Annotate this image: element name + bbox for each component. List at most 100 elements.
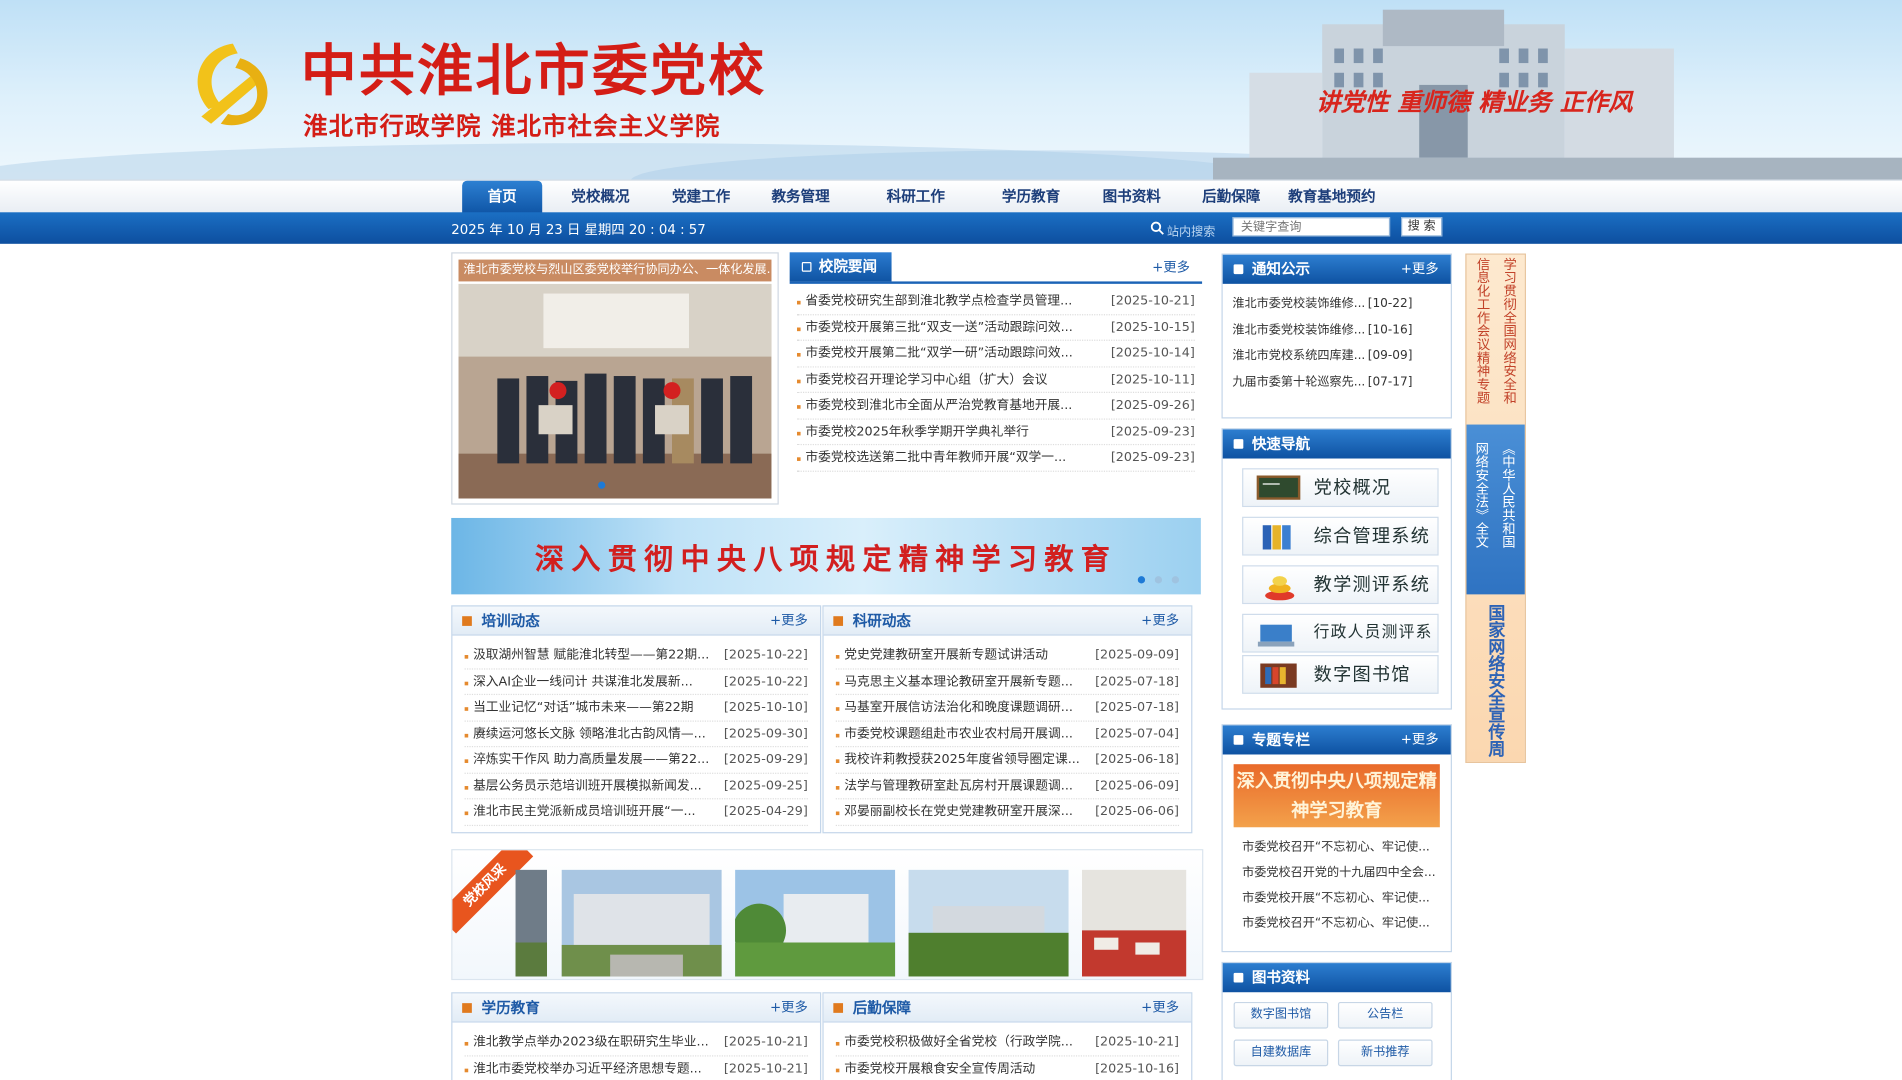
training-more-link[interactable]: +更多 — [770, 607, 808, 636]
slider-photo[interactable] — [458, 283, 772, 499]
slider-caption[interactable]: 淮北市委党校与烈山区委党校举行协同办公、一体化发展... — [458, 259, 772, 282]
banner-dot-active[interactable] — [1137, 576, 1146, 584]
garden-photo[interactable] — [735, 869, 896, 977]
degree-item[interactable]: 淮北市委党校举办习近平经济思想专题... [2025-10-21] — [464, 1056, 808, 1080]
school-news-item[interactable]: 市委党校召开理论学习中心组（扩大）会议 [2025-10-11] — [796, 367, 1195, 394]
training-item[interactable]: 赓续运河悠长文脉 领略淮北古韵风情—... [2025-09-30] — [464, 721, 808, 748]
research-item[interactable]: 法学与管理教研室赴瓦房村开展课题调... [2025-06-09] — [835, 773, 1180, 800]
notice-item-title[interactable]: 淮北市党校系统四库建... — [1232, 349, 1365, 362]
nav-item-library[interactable]: 图书资料 — [1092, 181, 1172, 214]
canteen-photo[interactable] — [1081, 869, 1187, 977]
side-strip-text-left[interactable]: 信息化工作会议精神专题 — [1474, 257, 1491, 404]
quick-nav-overview[interactable]: 党校概况 — [1242, 468, 1439, 508]
research-item-title[interactable]: 马基室开展信访法治化和晚度课题调研... — [844, 700, 1073, 715]
banner-dot[interactable] — [1171, 576, 1180, 584]
school-news-item[interactable]: 省委党校研究生部到淮北教学点检查学员管理... [2025-10-21] — [796, 289, 1195, 315]
quick-nav-staff-evaluation[interactable]: 行政人员测评系统 — [1242, 613, 1439, 678]
training-item[interactable]: 汲取湖州智慧 赋能淮北转型——第22期... [2025-10-22] — [464, 643, 808, 669]
school-news-item-title[interactable]: 市委党校选送第二批中青年教师开展“双学一... — [805, 450, 1066, 465]
campus-photo[interactable] — [515, 869, 548, 977]
school-news-item-title[interactable]: 市委党校2025年秋季学期开学典礼举行 — [805, 424, 1028, 439]
school-news-more-link[interactable]: +更多 — [1152, 257, 1190, 276]
school-news-item[interactable]: 市委党校2025年秋季学期开学典礼举行 [2025-09-23] — [796, 419, 1195, 446]
training-item-title[interactable]: 当工业记忆“对话”城市未来——第22期 — [473, 700, 693, 715]
side-strip-security-week[interactable]: 国家网络安全宣传周 — [1483, 604, 1507, 757]
research-item-title[interactable]: 党史党建教研室开展新专题试讲活动 — [844, 648, 1048, 663]
school-news-item[interactable]: 市委党校开展第三批“双支一送”活动跟踪问效... [2025-10-15] — [796, 315, 1195, 341]
library-digital-button[interactable]: 数字图书馆 — [1233, 1001, 1329, 1029]
topics-item[interactable]: 市委党校召开“不忘初心、牢记使... — [1232, 911, 1445, 936]
school-news-item-title[interactable]: 市委党校开展第二批“双学一研”活动跟踪问效... — [805, 346, 1072, 361]
degree-item-title[interactable]: 淮北市委党校举办习近平经济思想专题... — [473, 1061, 702, 1076]
training-item-title[interactable]: 赓续运河悠长文脉 领略淮北古韵风情—... — [473, 726, 706, 741]
library-notice-button[interactable]: 公告栏 — [1337, 1001, 1433, 1029]
nav-item-base-booking[interactable]: 教育基地预约 — [1283, 181, 1380, 214]
side-strip-text-right[interactable]: 学习贯彻全国网络安全和 — [1500, 257, 1518, 404]
logistics-item-title[interactable]: 市委党校积极做好全省党校（行政学院... — [844, 1035, 1073, 1050]
side-promo-strip[interactable]: 信息化工作会议精神专题 学习贯彻全国网络安全和 网络安全法》全文 《中华人民共和… — [1465, 253, 1526, 763]
search-input[interactable] — [1232, 217, 1391, 237]
school-news-item-title[interactable]: 市委党校到淮北市全面从严治党教育基地开展... — [805, 398, 1072, 413]
nav-item-academic-affairs[interactable]: 教务管理 — [761, 181, 841, 214]
notice-item[interactable]: 淮北市委党校装饰维修... [10-22] — [1232, 291, 1441, 317]
research-item-title[interactable]: 市委党校课题组赴市农业农村局开展调... — [844, 726, 1073, 741]
search-button[interactable]: 搜 索 — [1401, 217, 1443, 237]
quick-nav-management-system[interactable]: 综合管理系统 — [1242, 516, 1439, 556]
training-item-title[interactable]: 汲取湖州智慧 赋能淮北转型——第22期... — [473, 648, 709, 663]
logistics-item[interactable]: 市委党校积极做好全省党校（行政学院... [2025-10-21] — [835, 1030, 1180, 1056]
nav-item-degree-education[interactable]: 学历教育 — [991, 181, 1071, 214]
school-news-item[interactable]: 市委党校到淮北市全面从严治党教育基地开展... [2025-09-26] — [796, 393, 1195, 420]
library-new-books-button[interactable]: 新书推荐 — [1337, 1039, 1433, 1067]
research-item[interactable]: 马基室开展信访法治化和晚度课题调研... [2025-07-18] — [835, 695, 1180, 722]
notice-item[interactable]: 九届市委第十轮巡察先... [07-17] — [1232, 369, 1441, 395]
topics-more-link[interactable]: +更多 — [1401, 725, 1439, 754]
nav-item-research[interactable]: 科研工作 — [876, 181, 956, 214]
topics-item[interactable]: 市委党校召开“不忘初心、牢记使... — [1232, 835, 1445, 860]
notice-item[interactable]: 淮北市党校系统四库建... [09-09] — [1232, 343, 1441, 369]
training-item-title[interactable]: 深入AI企业一线问计 共谋淮北发展新... — [473, 674, 693, 689]
logistics-item[interactable]: 市委党校开展粮食安全宣传周活动 [2025-10-16] — [835, 1056, 1179, 1080]
research-item-title[interactable]: 马克思主义基本理论教研室开展新专题... — [844, 674, 1073, 689]
topics-item[interactable]: 市委党校召开党的十九届四中全会... — [1232, 860, 1445, 885]
degree-item[interactable]: 淮北教学点举办2023级在职研究生毕业... [2025-10-21] — [464, 1030, 808, 1056]
banner-dot[interactable] — [1154, 576, 1163, 584]
research-item-title[interactable]: 邓晏丽副校长在党史党建教研室开展深... — [844, 804, 1073, 819]
slider-dot-active[interactable] — [598, 481, 606, 489]
degree-more-link[interactable]: +更多 — [770, 993, 808, 1022]
nav-item-party-building[interactable]: 党建工作 — [661, 181, 741, 214]
training-item[interactable]: 淬炼实干作风 助力高质量发展——第22... [2025-09-29] — [464, 747, 808, 774]
logistics-item-title[interactable]: 市委党校开展粮食安全宣传周活动 — [844, 1061, 1035, 1076]
nav-item-overview[interactable]: 党校概况 — [560, 181, 640, 214]
nav-item-home[interactable]: 首页 — [462, 180, 543, 214]
training-item-title[interactable]: 淮北市民主党派新成员培训班开展“一... — [473, 804, 696, 819]
research-item[interactable]: 邓晏丽副校长在党史党建教研室开展深... [2025-06-06] — [835, 799, 1180, 826]
notice-item-title[interactable]: 淮北市委党校装饰维修... — [1232, 297, 1365, 310]
training-item[interactable]: 深入AI企业一线问计 共谋淮北发展新... [2025-10-22] — [464, 669, 808, 696]
school-news-item[interactable]: 市委党校开展第二批“双学一研”活动跟踪问效... [2025-10-14] — [796, 341, 1195, 367]
quick-nav-teaching-evaluation[interactable]: 教学测评系统 — [1242, 565, 1439, 605]
training-item-title[interactable]: 基层公务员示范培训班开展模拟新闻发... — [473, 778, 702, 793]
notice-item-title[interactable]: 九届市委第十轮巡察先... — [1232, 375, 1365, 388]
building-photo[interactable] — [561, 869, 722, 977]
topics-banner[interactable]: 深入贯彻中央八项规定精神学习教育 — [1233, 764, 1440, 828]
research-item-title[interactable]: 法学与管理教研室赴瓦房村开展课题调... — [844, 778, 1073, 793]
topics-item[interactable]: 市委党校开展“不忘初心、牢记使... — [1232, 885, 1445, 910]
research-more-link[interactable]: +更多 — [1141, 607, 1179, 636]
photo-slider[interactable]: 淮北市委党校与烈山区委党校举行协同办公、一体化发展... — [451, 252, 779, 505]
research-item[interactable]: 党史党建教研室开展新专题试讲活动 [2025-09-09] — [835, 643, 1180, 669]
training-item[interactable]: 当工业记忆“对话”城市未来——第22期 [2025-10-10] — [464, 695, 808, 722]
school-news-item-title[interactable]: 省委党校研究生部到淮北教学点检查学员管理... — [805, 294, 1072, 309]
library-database-button[interactable]: 自建数据库 — [1233, 1039, 1329, 1067]
school-news-item[interactable]: 市委党校选送第二批中青年教师开展“双学一... [2025-09-23] — [796, 445, 1195, 472]
side-strip-law[interactable]: 网络安全法》全文 《中华人民共和国 — [1466, 424, 1525, 595]
research-item[interactable]: 市委党校课题组赴市农业农村局开展调... [2025-07-04] — [835, 721, 1180, 748]
training-item[interactable]: 淮北市民主党派新成员培训班开展“一... [2025-04-29] — [464, 799, 808, 826]
school-news-item-title[interactable]: 市委党校开展第三批“双支一送”活动跟踪问效... — [805, 320, 1072, 335]
nav-item-logistics[interactable]: 后勤保障 — [1191, 181, 1271, 214]
research-item[interactable]: 我校许莉教授获2025年度省领导圈定课... [2025-06-18] — [835, 747, 1180, 774]
notice-item[interactable]: 淮北市委党校装饰维修... [10-16] — [1232, 317, 1441, 343]
banner-text[interactable]: 深入贯彻中央八项规定精神学习教育 — [451, 535, 1201, 577]
campaign-banner[interactable]: 深入贯彻中央八项规定精神学习教育 — [451, 517, 1201, 595]
degree-item-title[interactable]: 淮北教学点举办2023级在职研究生毕业... — [473, 1035, 709, 1050]
lawn-photo[interactable] — [908, 869, 1069, 977]
